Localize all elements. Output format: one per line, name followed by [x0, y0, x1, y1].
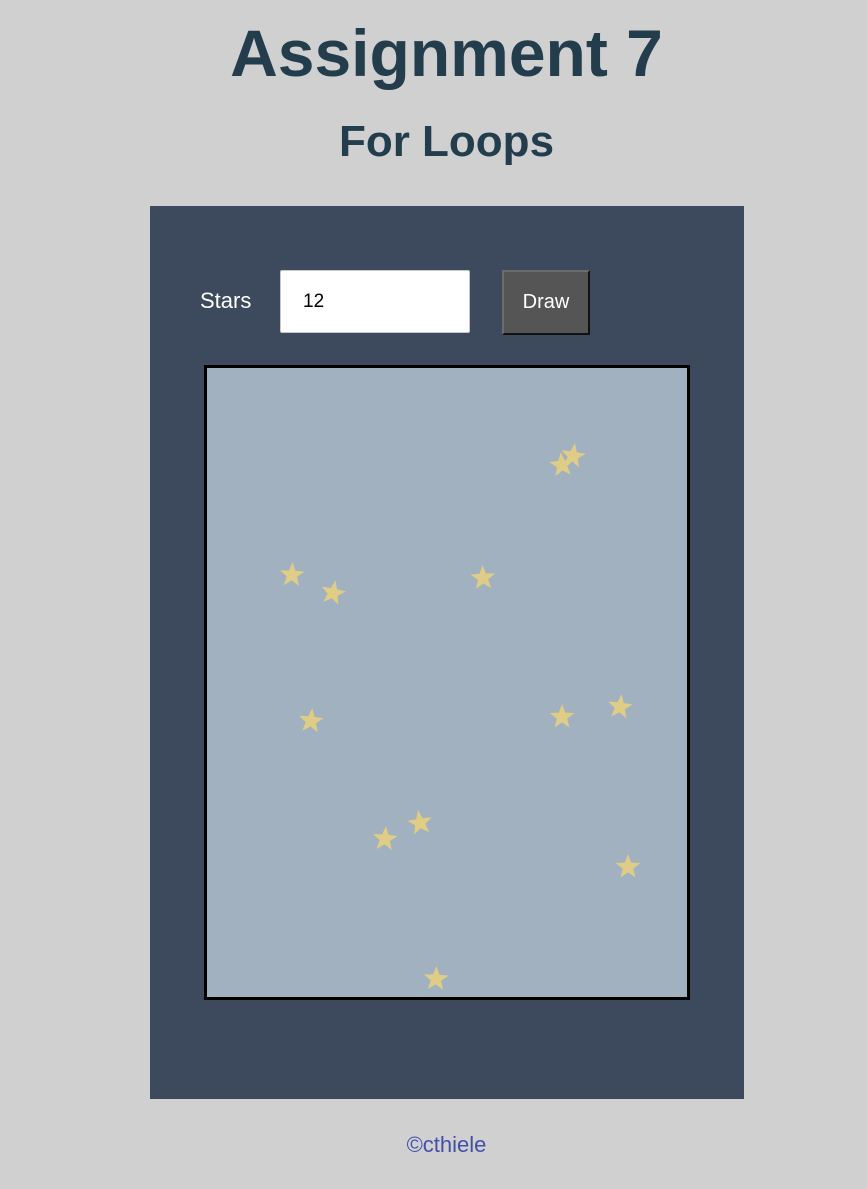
star-icon: [279, 562, 305, 586]
assignment-panel: Stars Draw: [150, 206, 744, 1099]
page-subtitle: For Loops: [338, 117, 555, 166]
star-icon: [321, 580, 346, 605]
page-title: Assignment 7: [230, 16, 663, 90]
star-field: [279, 443, 641, 990]
footer-copyright: ©cthiele: [406, 1132, 487, 1157]
star-icon: [608, 694, 633, 719]
star-icon: [615, 854, 641, 878]
star-icon: [470, 565, 496, 589]
star-icon: [299, 708, 324, 733]
star-canvas: [204, 365, 690, 1000]
star-icon: [373, 826, 398, 851]
stars-label: Stars: [200, 288, 252, 313]
draw-button[interactable]: Draw: [502, 270, 590, 335]
stars-count-input[interactable]: [280, 270, 470, 333]
star-icon: [549, 704, 575, 728]
star-icon: [407, 810, 432, 835]
star-icon: [423, 966, 449, 990]
